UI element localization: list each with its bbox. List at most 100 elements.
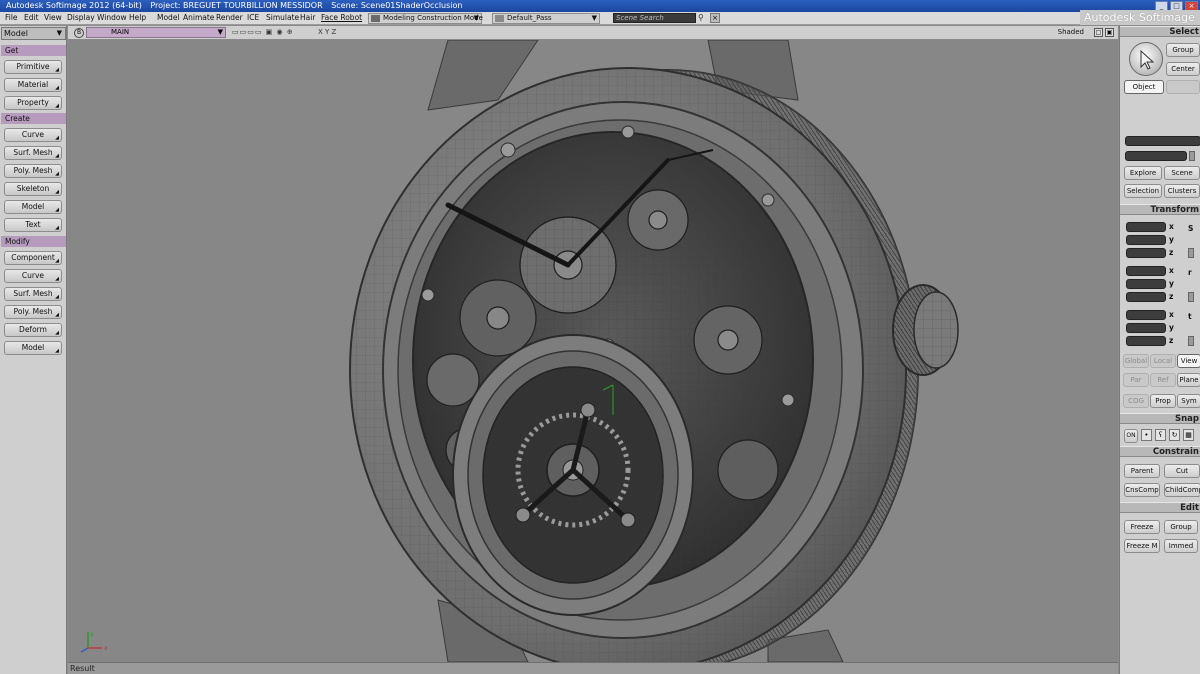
material-button[interactable]: Material ◢ xyxy=(4,78,62,92)
cnscomp-button[interactable]: CnsComp xyxy=(1124,483,1160,497)
freeze-m-button[interactable]: Freeze M xyxy=(1124,539,1160,553)
childcomp-button[interactable]: ChildComp xyxy=(1164,483,1200,497)
section-modify[interactable]: Modify xyxy=(1,236,66,247)
prop-button[interactable]: Prop xyxy=(1150,394,1176,408)
translate-z-field[interactable] xyxy=(1126,336,1166,346)
toolbar-mode-select[interactable]: Model ▼ xyxy=(1,27,66,40)
viewport-letter[interactable]: B xyxy=(74,28,84,38)
scene-button[interactable]: Scene xyxy=(1164,166,1200,180)
immed-button[interactable]: Immed xyxy=(1164,539,1198,553)
plane-button[interactable]: Plane xyxy=(1177,373,1200,387)
selection-button[interactable]: Selection xyxy=(1124,184,1162,198)
parent-button[interactable]: Parent xyxy=(1124,464,1160,478)
viewport-axes[interactable]: X Y Z xyxy=(318,26,336,39)
local-button[interactable]: Local xyxy=(1150,354,1176,368)
menu-display[interactable]: Display xyxy=(67,12,95,24)
create-surf-mesh-button[interactable]: Surf. Mesh ◢ xyxy=(4,146,62,160)
create-curve-button[interactable]: Curve ◢ xyxy=(4,128,62,142)
scale-y-field[interactable] xyxy=(1126,235,1166,245)
rotate-x-field[interactable] xyxy=(1126,266,1166,276)
global-button[interactable]: Global xyxy=(1123,354,1149,368)
rotate-lock-toggle[interactable] xyxy=(1188,292,1194,302)
resize-viewport-icon[interactable]: □ xyxy=(1094,28,1103,37)
menu-simulate[interactable]: Simulate xyxy=(266,12,299,24)
translate-y-field[interactable] xyxy=(1126,323,1166,333)
select-center-button[interactable]: Center xyxy=(1166,62,1200,76)
create-skeleton-button[interactable]: Skeleton ◢ xyxy=(4,182,62,196)
snap-surface-icon[interactable]: ↻ xyxy=(1169,429,1180,441)
display-mode[interactable]: Shaded xyxy=(1058,26,1084,39)
cog-button[interactable]: COG xyxy=(1123,394,1149,408)
clusters-button[interactable]: Clusters xyxy=(1164,184,1200,198)
create-text-button[interactable]: Text ◢ xyxy=(4,218,62,232)
menu-ice[interactable]: ICE xyxy=(247,12,259,24)
menu-view[interactable]: View xyxy=(44,12,62,24)
menu-animate[interactable]: Animate xyxy=(183,12,214,24)
menu-file[interactable]: File xyxy=(5,12,18,24)
translate-label[interactable]: t xyxy=(1188,312,1192,321)
snap-point-icon[interactable]: • xyxy=(1141,429,1152,441)
button-label: Deform xyxy=(19,325,47,334)
modify-component-button[interactable]: Component ◢ xyxy=(4,251,62,265)
snap-curve-icon[interactable]: ʕ xyxy=(1155,429,1166,441)
edit-panel-header[interactable]: Edit xyxy=(1120,502,1200,513)
cut-button[interactable]: Cut xyxy=(1164,464,1200,478)
snap-grid-icon[interactable]: ▦ xyxy=(1183,429,1194,441)
create-poly-mesh-button[interactable]: Poly. Mesh ◢ xyxy=(4,164,62,178)
modify-poly-mesh-button[interactable]: Poly. Mesh ◢ xyxy=(4,305,62,319)
par-button[interactable]: Par xyxy=(1123,373,1149,387)
selection-filter-field[interactable] xyxy=(1125,151,1187,161)
rotate-y-field[interactable] xyxy=(1126,279,1166,289)
menu-edit[interactable]: Edit xyxy=(24,12,39,24)
clear-search-icon[interactable]: × xyxy=(710,13,720,23)
ref-button[interactable]: Ref xyxy=(1150,373,1176,387)
snap-on-toggle[interactable]: ON xyxy=(1124,429,1138,443)
select-object-button[interactable]: Object xyxy=(1124,80,1164,94)
modify-model-button[interactable]: Model ◢ xyxy=(4,341,62,355)
primitive-button[interactable]: Primitive ◢ xyxy=(4,60,62,74)
render-pass-select[interactable]: Default_Pass ▼ xyxy=(492,13,600,24)
menu-window[interactable]: Window xyxy=(97,12,127,24)
menu-hair[interactable]: Hair xyxy=(300,12,315,24)
create-model-button[interactable]: Model ◢ xyxy=(4,200,62,214)
menu-help[interactable]: Help xyxy=(129,12,146,24)
constrain-panel-header[interactable]: Constrain xyxy=(1120,446,1200,457)
edit-group-button[interactable]: Group xyxy=(1164,520,1198,534)
section-get[interactable]: Get xyxy=(1,45,66,56)
modify-surf-mesh-button[interactable]: Surf. Mesh ◢ xyxy=(4,287,62,301)
property-button[interactable]: Property ◢ xyxy=(4,96,62,110)
section-create[interactable]: Create xyxy=(1,113,66,124)
menu-face-robot[interactable]: Face Robot xyxy=(321,12,362,24)
maximize-viewport-icon[interactable]: ▣ xyxy=(1105,28,1114,37)
scene-search-input[interactable]: Scene Search xyxy=(613,13,696,23)
scale-label[interactable]: S xyxy=(1188,224,1193,233)
select-mode-button[interactable] xyxy=(1166,80,1200,94)
rotate-z-field[interactable] xyxy=(1126,292,1166,302)
menu-render[interactable]: Render xyxy=(216,12,243,24)
viewport-view-icons[interactable]: ▭▭▭▭ ▣ ◉ ⊕ xyxy=(232,26,294,39)
scale-x-field[interactable] xyxy=(1126,222,1166,232)
select-tool-button[interactable] xyxy=(1129,42,1163,76)
explore-button[interactable]: Explore xyxy=(1124,166,1162,180)
menu-model[interactable]: Model xyxy=(157,12,180,24)
freeze-button[interactable]: Freeze xyxy=(1124,520,1160,534)
3d-viewport[interactable] xyxy=(68,40,1118,662)
selection-filter-toggle[interactable] xyxy=(1189,151,1195,161)
snap-panel-header[interactable]: Snap xyxy=(1120,413,1200,424)
translate-x-field[interactable] xyxy=(1126,310,1166,320)
modify-curve-button[interactable]: Curve ◢ xyxy=(4,269,62,283)
camera-select[interactable]: MAIN ▼ xyxy=(86,27,226,38)
scale-z-field[interactable] xyxy=(1126,248,1166,258)
translate-lock-toggle[interactable] xyxy=(1188,336,1194,346)
construction-mode-select[interactable]: Modeling Construction Mode ▼ xyxy=(368,13,483,24)
select-group-button[interactable]: Group xyxy=(1166,43,1200,57)
sym-button[interactable]: Sym xyxy=(1177,394,1200,408)
modify-deform-button[interactable]: Deform ◢ xyxy=(4,323,62,337)
transform-panel-header[interactable]: Transform xyxy=(1120,204,1200,215)
selection-name-field[interactable] xyxy=(1125,136,1200,146)
scale-lock-toggle[interactable] xyxy=(1188,248,1194,258)
select-panel-header[interactable]: Select xyxy=(1120,26,1200,37)
view-button[interactable]: View xyxy=(1177,354,1200,368)
search-icon[interactable]: ⚲ xyxy=(698,13,708,23)
rotate-label[interactable]: r xyxy=(1188,268,1192,277)
